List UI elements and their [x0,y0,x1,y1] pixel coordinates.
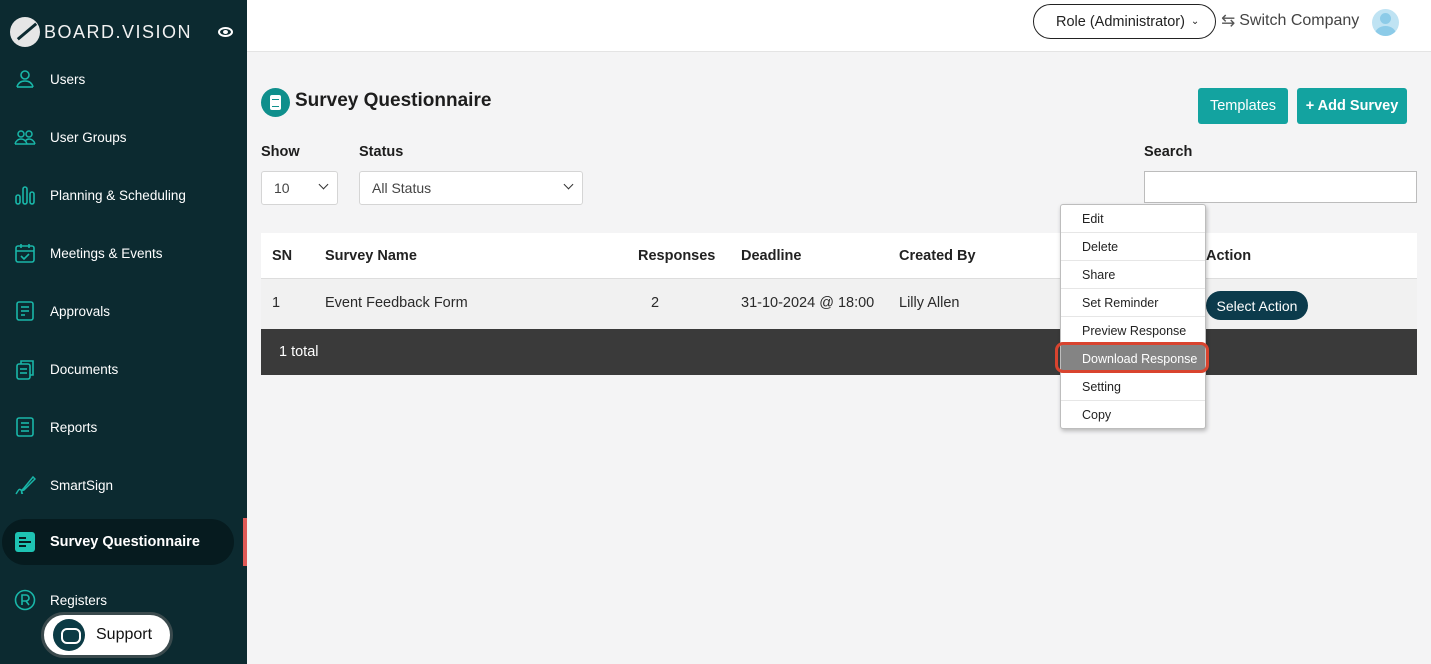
sidebar-item-users[interactable]: Users [0,56,247,102]
total-count: 1 total [279,344,319,360]
menu-item-share[interactable]: Share [1061,261,1205,289]
sidebar-item-planning[interactable]: Planning & Scheduling [0,172,247,218]
support-label: Support [96,626,153,643]
status-select[interactable]: All Status [359,171,583,205]
brand-logo[interactable]: BOARD.VISION [10,17,192,47]
sidebar-item-label: Registers [50,592,108,608]
sidebar-item-label: User Groups [50,129,127,145]
cell-created-by: Lilly Allen [899,295,960,311]
role-dropdown[interactable]: Role (Administrator) ⌄ [1033,4,1216,39]
templates-button[interactable]: Templates [1198,88,1288,124]
header-sn[interactable]: SN [272,248,292,264]
switch-company-link[interactable]: ⇆ Switch Company [1221,11,1359,31]
top-bar: Role (Administrator) ⌄ ⇆ Switch Company [247,0,1431,52]
cell-deadline: 31-10-2024 @ 18:00 [741,295,875,311]
brand-name: BOARD.VISION [44,21,193,42]
survey-icon [15,532,35,552]
sidebar: BOARD.VISION Users User Groups Planning … [0,0,247,664]
sidebar-item-label: Meetings & Events [50,245,163,261]
header-action: Action [1206,248,1252,264]
search-label: Search [1144,144,1193,160]
sidebar-item-label: Planning & Scheduling [50,187,186,203]
sidebar-item-user-groups[interactable]: User Groups [0,114,247,160]
menu-item-edit[interactable]: Edit [1061,205,1205,233]
cell-sn: 1 [272,295,281,311]
status-label: Status [359,144,404,160]
sidebar-item-smartsign[interactable]: SmartSign [0,462,247,508]
swap-icon: ⇆ [1221,11,1236,30]
cell-responses: 2 [651,295,660,311]
menu-item-setting[interactable]: Setting [1061,373,1205,401]
table-header: SN Survey Name Responses Deadline Create… [261,233,1417,279]
registered-icon [14,589,36,611]
select-action-button[interactable]: Select Action [1206,291,1308,320]
eye-icon[interactable] [218,27,233,37]
status-value: All Status [372,180,432,196]
sidebar-item-label: Documents [50,361,119,377]
sidebar-item-meetings[interactable]: Meetings & Events [0,230,247,276]
add-survey-button[interactable]: + Add Survey [1297,88,1407,124]
sidebar-item-survey-questionnaire[interactable]: Survey Questionnaire [0,519,247,565]
table-row: 1 Event Feedback Form 2 31-10-2024 @ 18:… [261,279,1417,329]
show-label: Show [261,144,300,160]
documents-icon [16,360,34,380]
sidebar-item-label: Reports [50,419,98,435]
approval-doc-icon [16,301,34,321]
header-created-by[interactable]: Created By [899,248,976,264]
action-menu: Edit Delete Share Set Reminder Preview R… [1060,204,1206,429]
calendar-icon [15,244,35,263]
bar-chart-icon [15,186,35,205]
sidebar-item-label: SmartSign [50,477,114,493]
menu-item-copy[interactable]: Copy [1061,401,1205,429]
support-button[interactable]: Support [41,612,173,658]
header-deadline[interactable]: Deadline [741,248,801,264]
menu-item-preview-response[interactable]: Preview Response [1061,317,1205,345]
survey-title-icon [261,88,290,117]
sidebar-item-approvals[interactable]: Approvals [0,288,247,334]
show-value: 10 [274,180,290,196]
header-responses[interactable]: Responses [638,248,715,264]
menu-item-set-reminder[interactable]: Set Reminder [1061,289,1205,317]
survey-table: SN Survey Name Responses Deadline Create… [261,233,1417,375]
logo-mark-icon [10,17,40,47]
highlight-ring [1055,342,1209,373]
chevron-down-icon: ⌄ [1190,16,1200,27]
show-select[interactable]: 10 [261,171,338,205]
report-icon [16,417,34,437]
page-title: Survey Questionnaire [295,90,492,111]
header-survey-name[interactable]: Survey Name [325,248,417,264]
user-group-icon [14,130,36,145]
sidebar-item-label: Users [50,71,86,87]
chat-icon [53,619,85,651]
table-footer: 1 total [261,329,1417,375]
chevron-down-icon [563,179,574,190]
menu-item-delete[interactable]: Delete [1061,233,1205,261]
avatar[interactable] [1372,9,1399,36]
active-indicator [243,518,247,566]
search-input[interactable] [1144,171,1417,203]
role-label: Role (Administrator) [1056,13,1185,30]
switch-company-label: Switch Company [1239,12,1360,29]
pen-signature-icon [15,475,36,495]
cell-survey-name: Event Feedback Form [325,295,468,311]
sidebar-item-label: Approvals [50,303,111,319]
user-icon [16,70,34,88]
sidebar-item-label: Survey Questionnaire [50,534,200,550]
sidebar-item-documents[interactable]: Documents [0,346,247,392]
chevron-down-icon [318,179,329,190]
sidebar-item-reports[interactable]: Reports [0,404,247,450]
